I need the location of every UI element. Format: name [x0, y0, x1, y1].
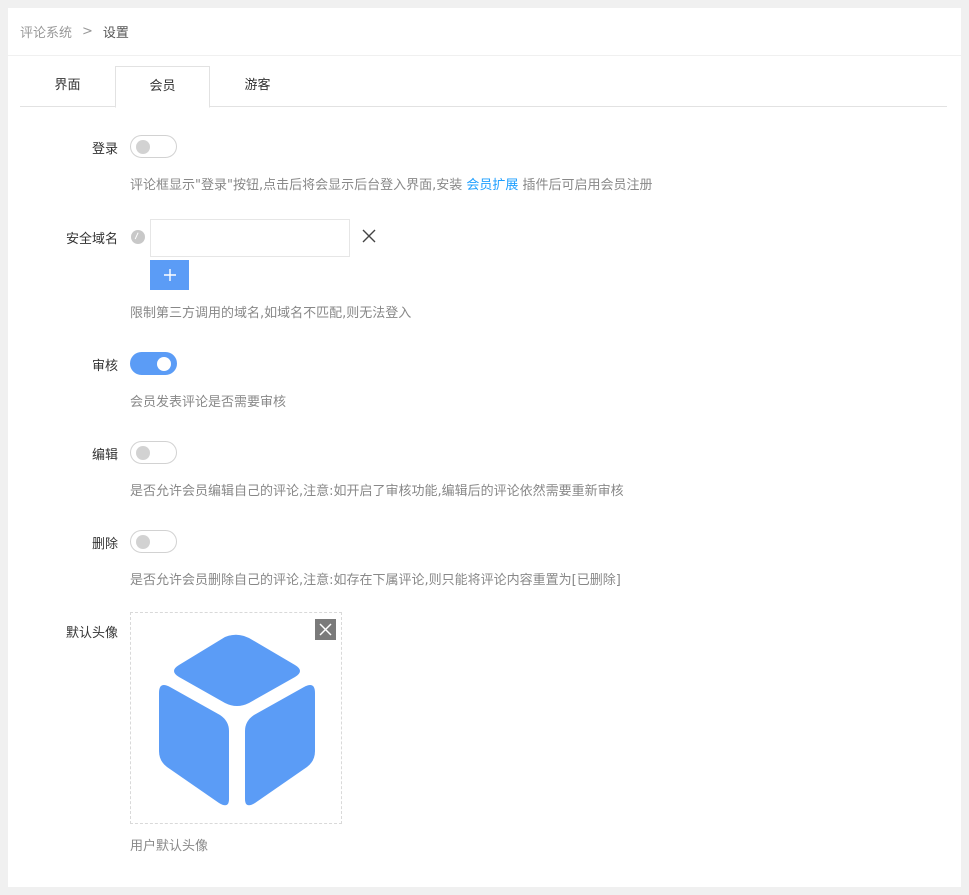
plus-icon — [163, 269, 176, 281]
safe-domain-hint: 限制第三方调用的域名,如域名不匹配,则无法登入 — [130, 306, 412, 321]
edit-toggle[interactable] — [130, 441, 177, 464]
login-hint-text: 评论框显示"登录"按钮,点击后将会显示后台登入界面,安装 — [130, 178, 467, 193]
login-label: 登录 — [91, 142, 118, 157]
tab-interface[interactable]: 界面 — [20, 66, 115, 107]
review-toggle-knob — [157, 357, 171, 371]
edit-toggle-knob — [136, 446, 150, 460]
edit-label: 编辑 — [91, 448, 118, 463]
member-extension-link[interactable]: 会员扩展 — [466, 178, 518, 193]
close-icon — [319, 623, 332, 636]
safe-domain-input[interactable] — [150, 219, 350, 257]
login-hint-text-end: 插件后可启用会员注册 — [518, 178, 653, 193]
delete-toggle[interactable] — [130, 530, 177, 553]
review-label: 审核 — [91, 359, 118, 374]
avatar-upload-box[interactable] — [130, 612, 342, 824]
tab-bar: 界面 会员 游客 — [20, 66, 947, 108]
tab-guest[interactable]: 游客 — [210, 66, 305, 107]
login-toggle[interactable] — [130, 135, 177, 158]
delete-toggle-knob — [136, 535, 150, 549]
settings-panel: 评论系统 > 设置 界面 会员 游客 登录 评论框显示"登录"按钮,点击后将会显… — [8, 8, 961, 887]
delete-hint: 是否允许会员删除自己的评论,注意:如存在下属评论,则只能将评论内容重置为[已删除… — [130, 573, 621, 588]
remove-domain-icon[interactable] — [360, 227, 378, 245]
breadcrumb-separator: > — [82, 24, 93, 39]
login-hint: 评论框显示"登录"按钮,点击后将会显示后台登入界面,安装 会员扩展 插件后可启用… — [130, 174, 653, 193]
login-toggle-knob — [136, 140, 150, 154]
breadcrumb-current: 设置 — [102, 26, 129, 41]
review-hint: 会员发表评论是否需要审核 — [130, 395, 287, 410]
add-domain-button[interactable] — [150, 260, 189, 290]
breadcrumb-home-link[interactable]: 评论系统 — [20, 22, 72, 41]
domain-pin-icon — [131, 230, 145, 244]
default-avatar-label: 默认头像 — [65, 626, 118, 641]
breadcrumb: 评论系统 > 设置 — [8, 8, 961, 56]
tab-member[interactable]: 会员 — [115, 66, 210, 108]
safe-domain-label: 安全域名 — [65, 232, 118, 247]
cube-icon — [159, 634, 315, 806]
delete-label: 删除 — [91, 537, 118, 552]
edit-hint: 是否允许会员编辑自己的评论,注意:如开启了审核功能,编辑后的评论依然需要重新审核 — [130, 484, 624, 499]
default-avatar-hint: 用户默认头像 — [130, 839, 209, 854]
review-toggle[interactable] — [130, 352, 177, 375]
